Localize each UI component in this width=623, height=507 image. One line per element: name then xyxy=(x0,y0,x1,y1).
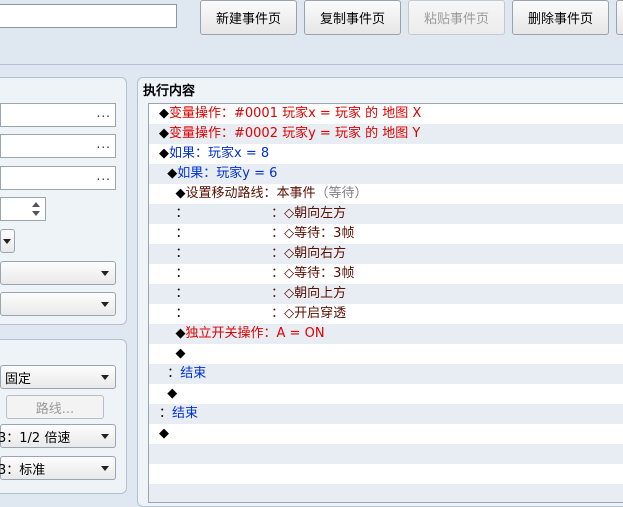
condition-switch1-field[interactable]: ... xyxy=(0,103,116,127)
spin-up-icon[interactable] xyxy=(32,202,40,207)
command-row[interactable]: ◆ xyxy=(149,424,623,444)
command-text: ： xyxy=(159,266,189,281)
chevron-down-icon xyxy=(101,466,109,471)
command-text: ◆ xyxy=(159,146,169,161)
command-text: ：◇朝向左方 xyxy=(188,206,347,221)
command-text: ： xyxy=(159,406,173,421)
command-text: ◆ xyxy=(159,386,178,401)
command-text: 结束 xyxy=(180,366,207,381)
command-row[interactable]: ◆变量操作：#0002 玩家y = 玩家 的 地图 Y xyxy=(149,124,623,144)
condition-item-select[interactable] xyxy=(0,261,116,285)
command-row[interactable]: ◆独立开关操作：A = ON xyxy=(149,324,623,344)
command-row[interactable]: ： ：◇朝向右方 xyxy=(149,244,623,264)
command-text: ： xyxy=(159,206,189,221)
command-text: ◆ xyxy=(159,426,169,441)
command-row[interactable] xyxy=(149,464,623,484)
self-switch-select[interactable] xyxy=(0,229,15,253)
command-text: 如果：玩家x = 8 xyxy=(169,146,270,161)
browse-dots-icon: ... xyxy=(96,137,111,151)
chevron-down-icon xyxy=(101,271,109,276)
command-row[interactable]: ◆ xyxy=(149,344,623,364)
chevron-down-icon xyxy=(101,302,109,307)
command-text: ◆ xyxy=(159,346,186,361)
command-row[interactable]: ◆如果：玩家y = 6 xyxy=(149,164,623,184)
command-row[interactable] xyxy=(149,444,623,464)
command-text: ◆ xyxy=(159,186,186,201)
movement-speed-select[interactable]: 3：1/2 倍速 xyxy=(0,424,116,448)
condition-actor-select[interactable] xyxy=(0,292,116,316)
browse-dots-icon: ... xyxy=(96,106,111,120)
command-text: ： xyxy=(159,226,189,241)
command-row[interactable]: ： ：◇朝向左方 xyxy=(149,204,623,224)
movement-type-value: 固定 xyxy=(5,371,32,387)
command-text: ： xyxy=(159,246,189,261)
chevron-down-icon xyxy=(101,375,109,380)
command-text: ：◇开启穿透 xyxy=(188,306,347,321)
condition-variable-field[interactable]: ... xyxy=(0,166,116,190)
chevron-down-icon xyxy=(3,239,11,244)
command-text: ◆ xyxy=(159,106,169,121)
command-row[interactable]: ：结束 xyxy=(149,404,623,424)
command-text: 独立开关操作：A = ON xyxy=(185,326,325,341)
command-text: ：◇等待：3帧 xyxy=(188,266,355,281)
event-name-input[interactable] xyxy=(0,4,177,28)
clear-event-page-button[interactable] xyxy=(616,0,623,35)
chevron-down-icon xyxy=(101,434,109,439)
exec-content-title: 执行内容 xyxy=(143,84,196,99)
delete-event-page-button[interactable]: 删除事件页 xyxy=(512,0,609,35)
movement-frequency-select[interactable]: 3：标准 xyxy=(0,456,116,480)
command-text: 设置移动路线：本事件 xyxy=(185,186,316,201)
paste-event-page-button[interactable]: 粘贴事件页 xyxy=(408,0,505,35)
command-row[interactable]: ◆ xyxy=(149,384,623,404)
command-text: ：◇朝向右方 xyxy=(188,246,347,261)
command-text: ：◇等待：3帧 xyxy=(188,226,355,241)
header-divider xyxy=(0,64,623,65)
command-text: （等待） xyxy=(315,186,368,201)
command-row[interactable]: ： ：◇开启穿透 xyxy=(149,304,623,324)
command-row[interactable]: ◆设置移动路线：本事件（等待） xyxy=(149,184,623,204)
command-text: ◆ xyxy=(159,166,178,181)
movement-frequency-value: 3：标准 xyxy=(0,462,46,478)
command-text: ： xyxy=(159,286,189,301)
command-row[interactable]: ◆变量操作：#0001 玩家x = 玩家 的 地图 X xyxy=(149,104,623,124)
condition-switch2-field[interactable]: ... xyxy=(0,134,116,158)
command-row[interactable]: ： ：◇朝向上方 xyxy=(149,284,623,304)
command-row[interactable]: ◆如果：玩家x = 8 xyxy=(149,144,623,164)
command-text: ：◇朝向上方 xyxy=(188,286,347,301)
browse-dots-icon: ... xyxy=(96,169,111,183)
movement-type-select[interactable]: 固定 xyxy=(0,365,116,389)
route-button[interactable]: 路线... xyxy=(6,395,104,419)
command-row[interactable] xyxy=(149,484,623,502)
command-row[interactable]: ：结束 xyxy=(149,364,623,384)
command-row[interactable]: ： ：◇等待：3帧 xyxy=(149,224,623,244)
new-event-page-button[interactable]: 新建事件页 xyxy=(200,0,297,35)
command-text: ◆ xyxy=(159,326,186,341)
command-text: 结束 xyxy=(172,406,199,421)
command-row[interactable]: ： ：◇等待：3帧 xyxy=(149,264,623,284)
exec-content-list[interactable]: ◆变量操作：#0001 玩家x = 玩家 的 地图 X ◆变量操作：#0002 玩… xyxy=(148,103,623,503)
copy-event-page-button[interactable]: 复制事件页 xyxy=(304,0,401,35)
command-text: 变量操作：#0002 玩家y = 玩家 的 地图 Y xyxy=(169,126,421,141)
movement-speed-value: 3：1/2 倍速 xyxy=(0,430,71,446)
command-text: 变量操作：#0001 玩家x = 玩家 的 地图 X xyxy=(169,106,422,121)
condition-value-spinner[interactable] xyxy=(0,197,46,221)
spin-down-icon[interactable] xyxy=(32,211,40,216)
command-text: ： xyxy=(159,366,181,381)
command-text: ： xyxy=(159,306,189,321)
command-text: 如果：玩家y = 6 xyxy=(177,166,278,181)
command-text: ◆ xyxy=(159,126,169,141)
